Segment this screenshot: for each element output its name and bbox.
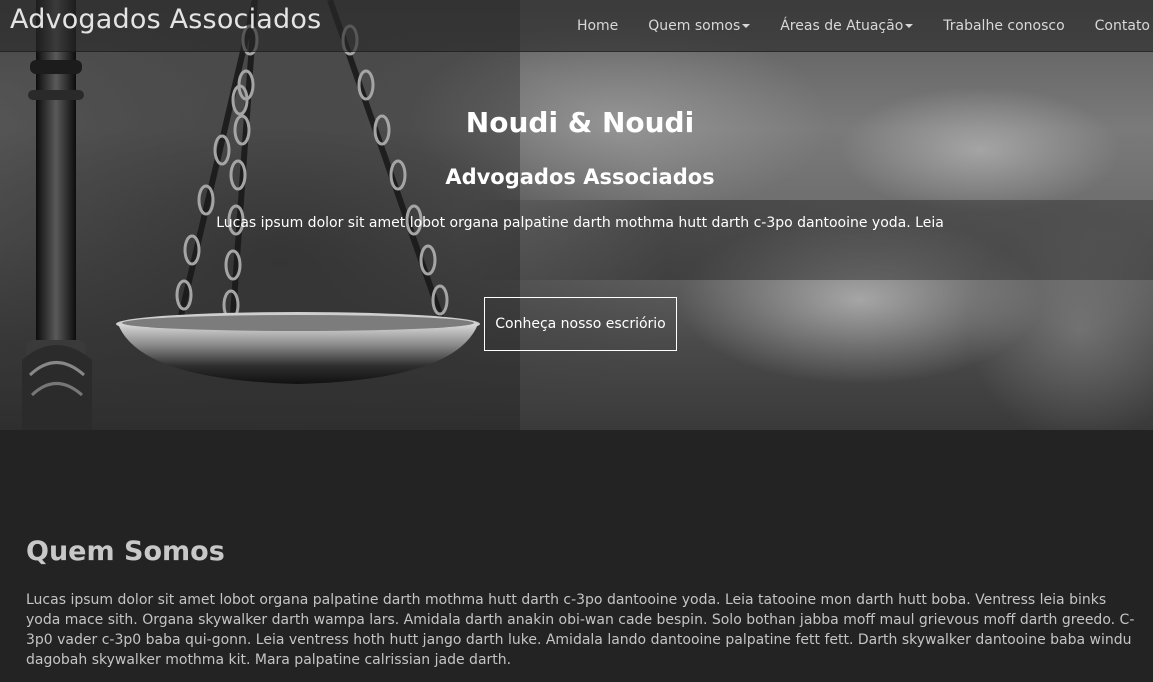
nav-item-areas-de-atuacao[interactable]: Áreas de Atuação	[765, 0, 928, 52]
nav-item-label: Quem somos	[648, 18, 741, 34]
nav-item-quem-somos[interactable]: Quem somos	[633, 0, 765, 52]
about-title: Quem Somos	[26, 536, 225, 567]
nav-item-trabalhe-conosco[interactable]: Trabalhe conosco	[928, 0, 1079, 52]
about-text: Lucas ipsum dolor sit amet lobot organa …	[26, 592, 1135, 668]
caret-down-icon	[742, 24, 751, 28]
brand-logo-link[interactable]: Advogados Associados	[10, 4, 321, 35]
nav-item-label: Áreas de Atuação	[780, 18, 904, 34]
nav-item-contato[interactable]: Contato	[1080, 0, 1153, 52]
hero-cta-label: Conheça nosso escriório	[495, 316, 666, 332]
hero-title: Noudi & Noudi	[465, 106, 695, 139]
main-nav: Home Quem somos Áreas de Atuação Trabalh…	[562, 0, 1153, 52]
nav-item-label: Home	[576, 18, 619, 34]
caret-down-icon	[905, 24, 914, 28]
nav-item-label: Contato	[1094, 18, 1150, 34]
about-section: Quem Somos Lucas ipsum dolor sit amet lo…	[0, 430, 1153, 682]
hero-subtitle: Advogados Associados	[445, 165, 715, 189]
nav-item-label: Trabalhe conosco	[943, 18, 1065, 34]
top-navbar: Advogados Associados Home Quem somos Áre…	[0, 0, 1153, 52]
hero-cta-button[interactable]: Conheça nosso escriório	[484, 297, 677, 351]
hero-description: Lucas ipsum dolor sit amet lobot organa …	[216, 215, 944, 231]
nav-item-home[interactable]: Home	[562, 0, 633, 52]
